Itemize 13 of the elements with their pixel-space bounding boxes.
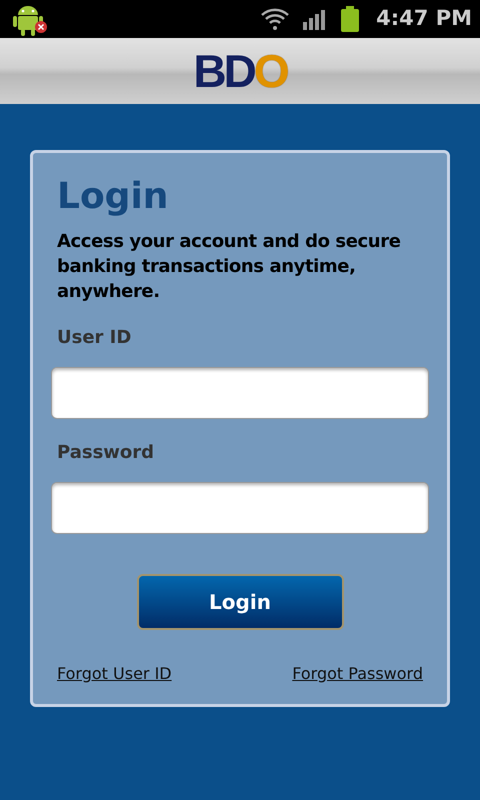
status-time: 4:47 PM bbox=[376, 5, 472, 32]
wifi-icon bbox=[260, 6, 290, 32]
input-field[interactable] bbox=[51, 367, 429, 419]
input-field[interactable] bbox=[51, 482, 429, 534]
login-button[interactable]: Login bbox=[136, 574, 344, 630]
login-title: Login bbox=[56, 175, 170, 219]
logo: BDO bbox=[193, 48, 287, 94]
login-description: Access your account and do secure banking transactions anytime, anywhere. bbox=[56, 230, 402, 304]
field-label: User ID bbox=[56, 326, 132, 350]
forgot-link[interactable]: Forgot Password bbox=[292, 662, 423, 686]
forgot-link[interactable]: Forgot User ID bbox=[57, 662, 172, 686]
field-label: Password bbox=[56, 441, 156, 465]
battery-icon bbox=[340, 6, 360, 32]
